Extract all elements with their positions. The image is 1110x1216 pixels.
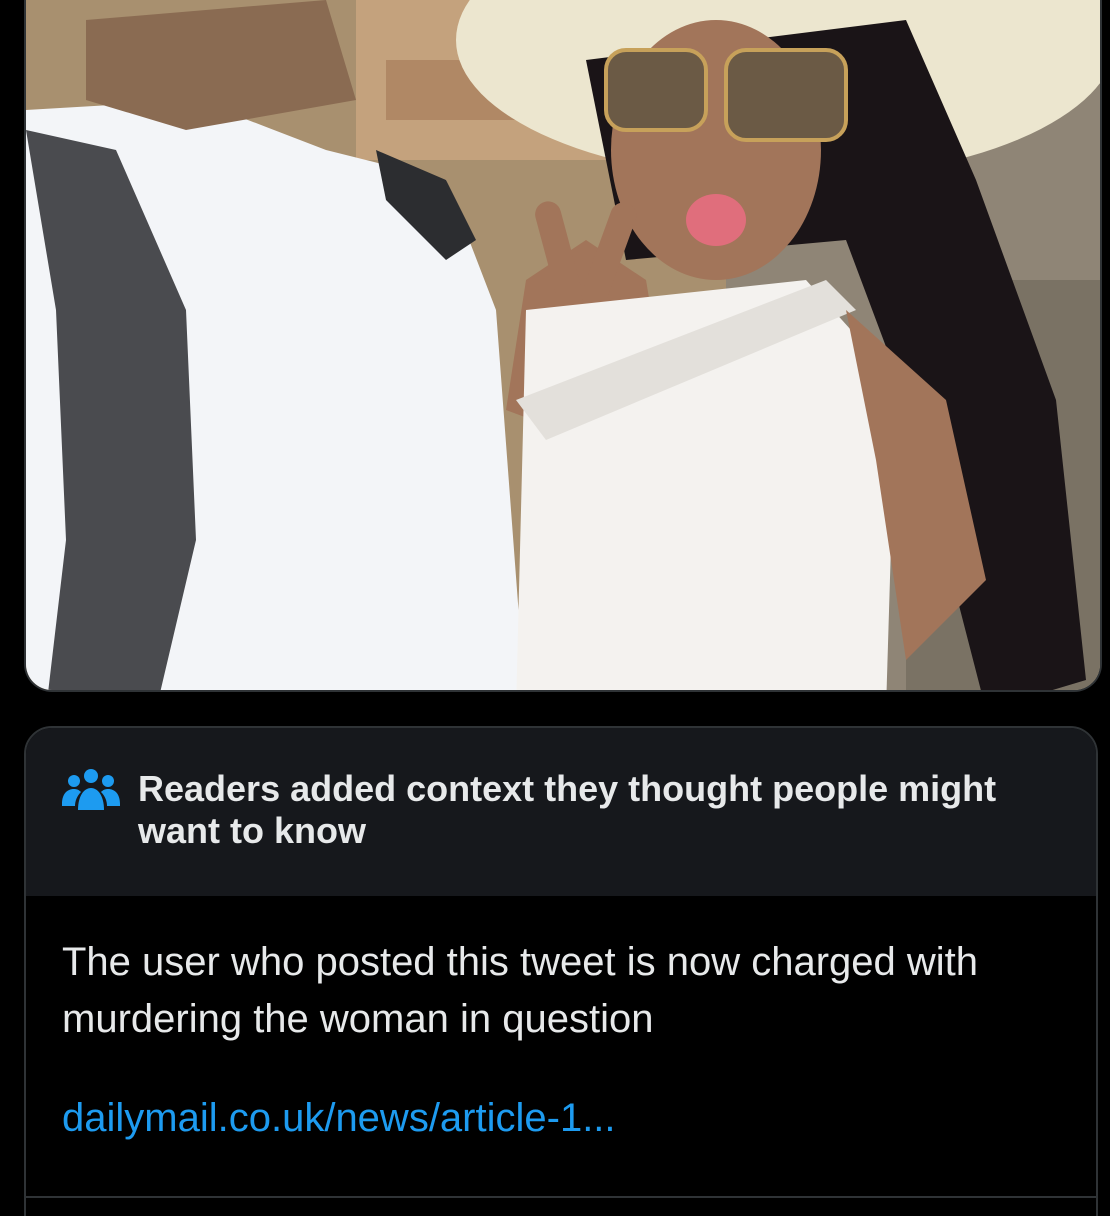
community-note-source-link[interactable]: dailymail.co.uk/news/article-1... — [26, 1096, 1096, 1141]
community-note-title: Readers added context they thought peopl… — [138, 768, 997, 851]
community-note-header: Readers added context they thought peopl… — [26, 728, 1096, 896]
people-icon — [62, 769, 120, 810]
photo-illustration — [26, 0, 1100, 690]
tweet-photo[interactable] — [24, 0, 1102, 692]
divider — [26, 1196, 1096, 1198]
community-note-body: The user who posted this tweet is now ch… — [62, 940, 979, 1041]
community-note-card: Readers added context they thought peopl… — [24, 726, 1098, 1216]
page: Readers added context they thought peopl… — [0, 0, 1110, 1216]
